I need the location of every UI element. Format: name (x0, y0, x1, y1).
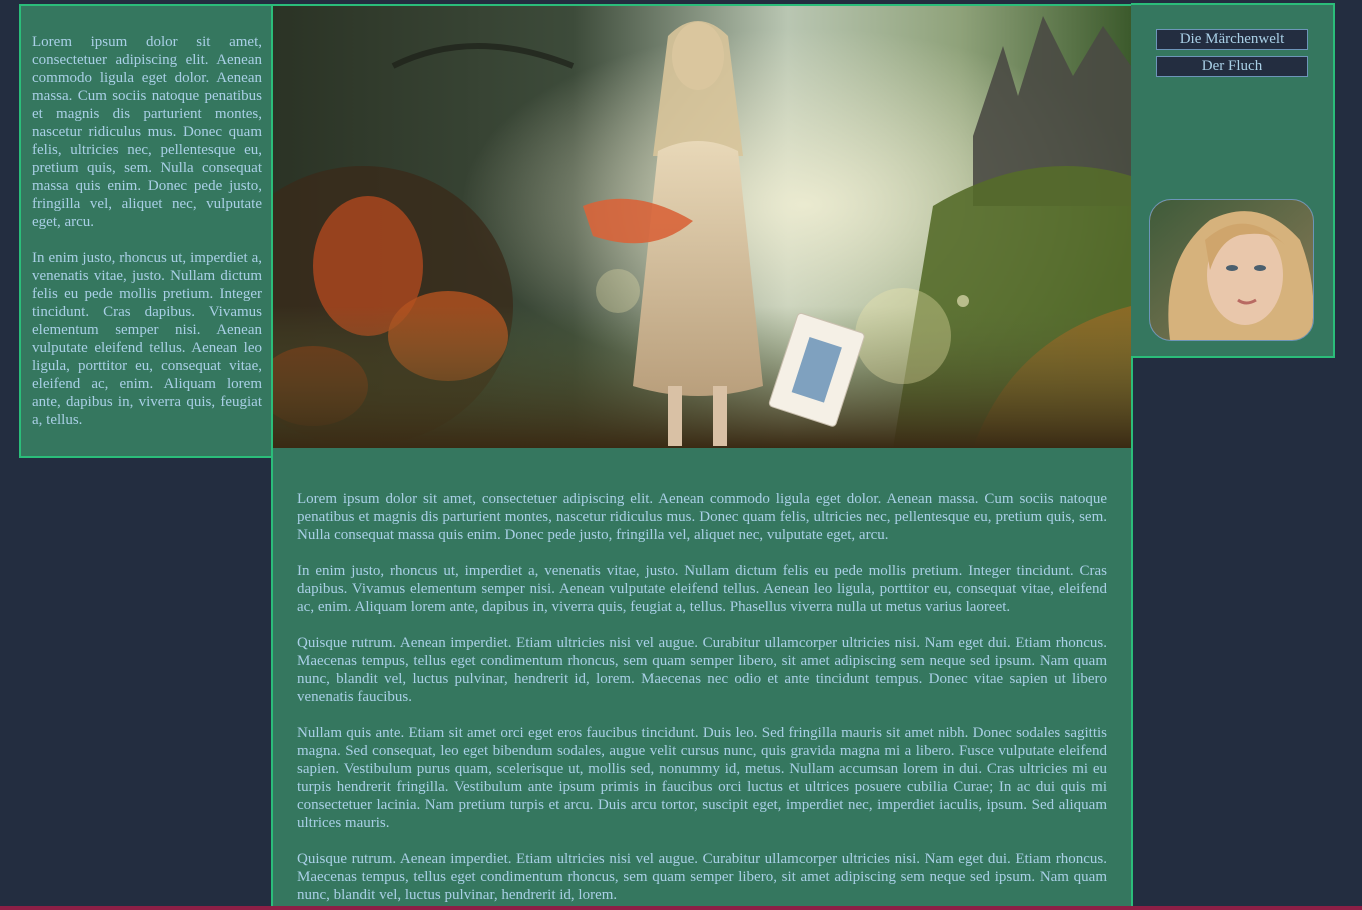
page: Lorem ipsum dolor sit amet, consectetuer… (0, 0, 1362, 910)
sidebar-text-box: Lorem ipsum dolor sit amet, consectetuer… (19, 4, 272, 458)
main-paragraph: Quisque rutrum. Aenean imperdiet. Etiam … (297, 635, 1107, 705)
navigation-box: Die Märchenwelt Der Fluch (1131, 3, 1335, 358)
sidebar-paragraph: Lorem ipsum dolor sit amet, consectetuer… (32, 34, 262, 230)
main-text: Lorem ipsum dolor sit amet, consectetuer… (297, 490, 1107, 910)
main-paragraph: In enim justo, rhoncus ut, imperdiet a, … (297, 563, 1107, 615)
portrait-image (1150, 200, 1313, 340)
header-banner-image (273, 6, 1131, 448)
sidebar-paragraph: In enim justo, rhoncus ut, imperdiet a, … (32, 250, 262, 428)
portrait-avatar (1149, 199, 1314, 341)
main-content-column: Lorem ipsum dolor sit amet, consectetuer… (271, 4, 1133, 910)
nav-link-fluch[interactable]: Der Fluch (1156, 56, 1308, 77)
bottom-bar (0, 906, 1362, 910)
banner-illustration (273, 6, 1131, 448)
main-paragraph: Lorem ipsum dolor sit amet, consectetuer… (297, 491, 1107, 543)
sidebar-text: Lorem ipsum dolor sit amet, consectetuer… (32, 33, 262, 429)
main-paragraph: Nullam quis ante. Etiam sit amet orci eg… (297, 725, 1107, 831)
nav-link-maerchenwelt[interactable]: Die Märchenwelt (1156, 29, 1308, 50)
main-paragraph: Quisque rutrum. Aenean imperdiet. Etiam … (297, 851, 1107, 903)
